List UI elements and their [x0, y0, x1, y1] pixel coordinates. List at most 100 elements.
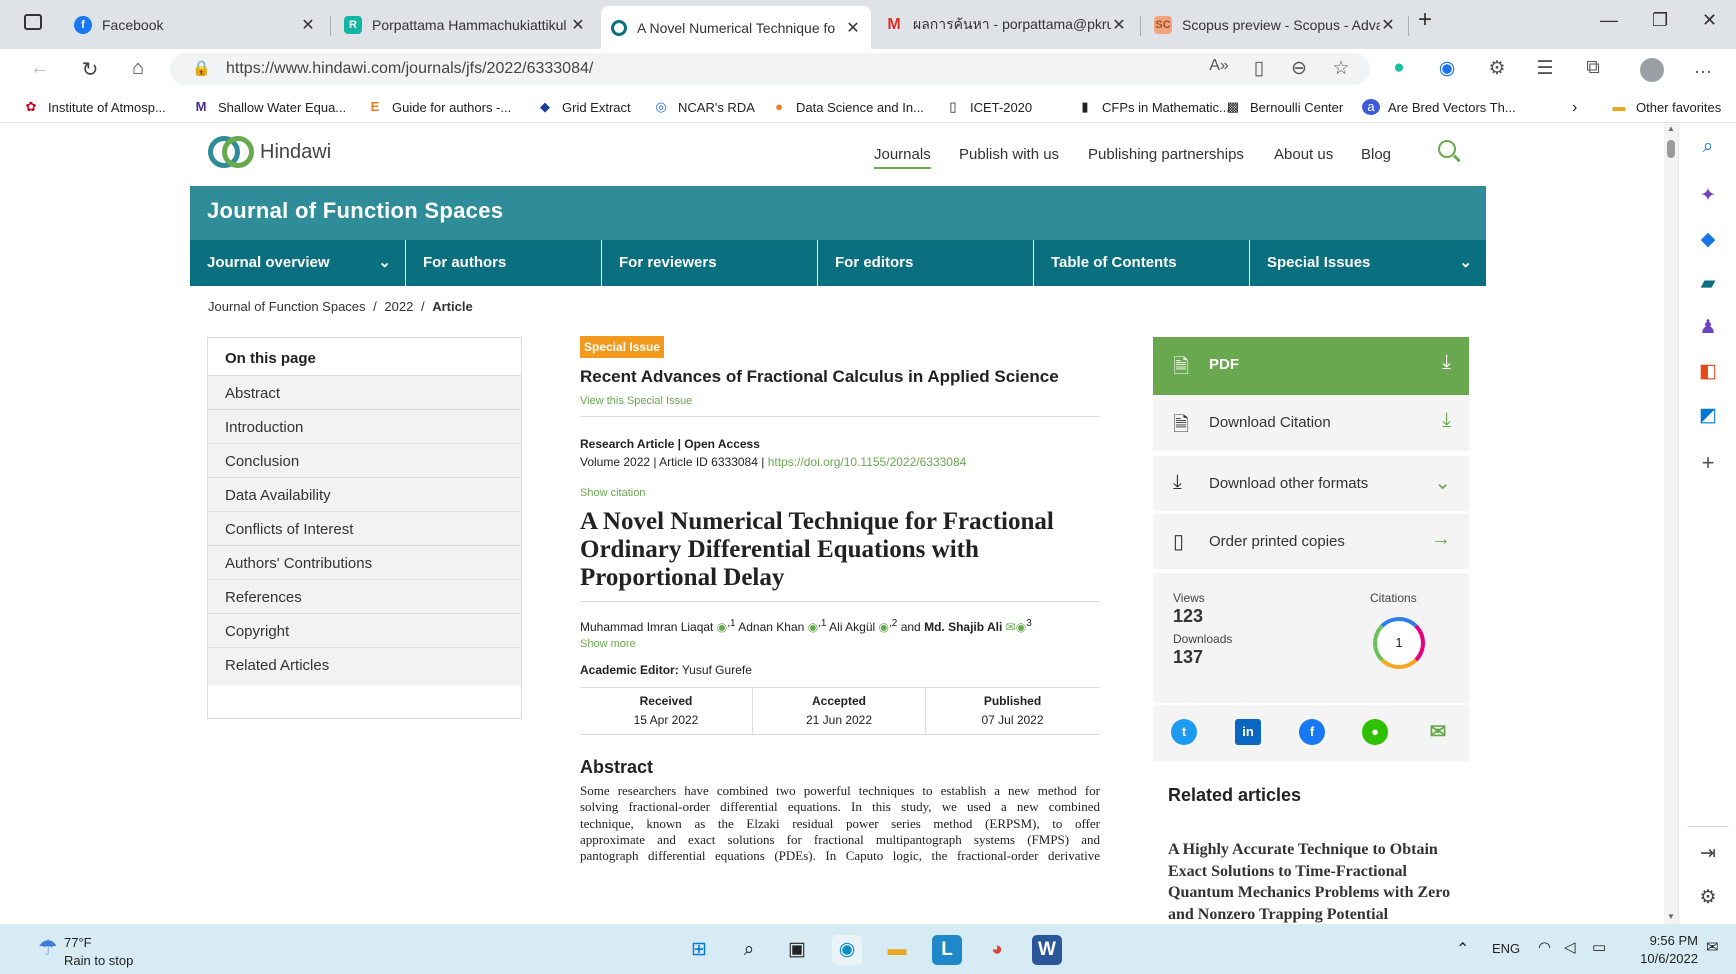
tab-actions-icon[interactable] [24, 14, 42, 30]
nav-about[interactable]: About us [1274, 146, 1333, 163]
dimensions-citation-badge[interactable]: 1 [1373, 617, 1425, 669]
toc-item-related[interactable]: Related Articles [208, 647, 521, 685]
favorite-star-icon[interactable]: ☆ [1328, 57, 1354, 80]
toc-item-conflicts[interactable]: Conflicts of Interest [208, 511, 521, 548]
add-icon[interactable]: + [1694, 450, 1722, 476]
favorite-item[interactable]: ▯ ICET-2020 [944, 99, 1032, 115]
author-link[interactable]: Adnan Khan [738, 620, 804, 634]
nav-journals[interactable]: Journals [874, 146, 931, 169]
author-link[interactable]: Muhammad Imran Liaqat [580, 620, 713, 634]
linkedin-icon[interactable]: in [1235, 719, 1261, 745]
toc-item-data-availability[interactable]: Data Availability [208, 477, 521, 514]
task-view-icon[interactable]: ▣ [782, 935, 812, 965]
tab-hindawi-active[interactable]: A Novel Numerical Technique fo ✕ [601, 6, 871, 49]
favorite-item[interactable]: M Shallow Water Equa... [192, 99, 347, 115]
weather-temp[interactable]: 77°F [64, 935, 92, 950]
subnav-table-of-contents[interactable]: Table of Contents [1034, 240, 1250, 286]
pdf-download-button[interactable]: 🗎 PDF ⤓ [1153, 337, 1469, 395]
special-issue-title[interactable]: Recent Advances of Fractional Calculus i… [580, 367, 1100, 387]
close-icon[interactable]: ✕ [1111, 15, 1127, 35]
view-special-issue-link[interactable]: View this Special Issue [580, 395, 692, 407]
download-formats-button[interactable]: ⤓ Download other formats ⌄ [1153, 455, 1469, 511]
volume-icon[interactable]: ◁ [1564, 938, 1576, 956]
close-icon[interactable]: ✕ [300, 15, 316, 35]
clock-date[interactable]: 10/6/2022 [1628, 951, 1698, 966]
refresh-icon[interactable]: ↻ [76, 57, 104, 82]
profile-avatar[interactable] [1640, 58, 1664, 82]
author-link[interactable]: Ali Akgül [829, 620, 875, 634]
email-share-icon[interactable]: ✉ [1425, 719, 1451, 745]
subnav-journal-overview[interactable]: Journal overview ⌄ [190, 240, 406, 286]
weather-text[interactable]: Rain to stop [64, 953, 133, 968]
favorites-icon[interactable]: ☰ [1532, 57, 1558, 80]
chrome-icon[interactable]: ◕ [982, 935, 1012, 965]
chevron-up-icon[interactable]: ⌃ [1456, 939, 1469, 959]
zoom-out-icon[interactable]: ⊖ [1286, 57, 1312, 80]
toc-item-copyright[interactable]: Copyright [208, 613, 521, 650]
tab-scopus[interactable]: SC Scopus preview - Scopus - Advar ✕ [1144, 8, 1406, 42]
outlook-icon[interactable]: ◩ [1694, 404, 1722, 427]
wifi-icon[interactable]: ◠ [1538, 938, 1551, 956]
breadcrumb-year[interactable]: 2022 [384, 299, 413, 314]
wechat-icon[interactable]: ● [1362, 719, 1388, 745]
toc-item-contributions[interactable]: Authors' Contributions [208, 545, 521, 582]
discover-icon[interactable]: ✦ [1694, 184, 1722, 207]
new-tab-icon[interactable]: + [1418, 6, 1432, 34]
file-explorer-icon[interactable]: ▬ [882, 935, 912, 965]
scrollbar-thumb[interactable] [1667, 140, 1675, 158]
more-favorites-chevron[interactable]: › [1572, 99, 1577, 117]
tab-researchgate[interactable]: R Porpattama Hammachukiattikul | ✕ [334, 8, 596, 42]
restore-icon[interactable]: ❐ [1652, 10, 1668, 31]
journal-title[interactable]: Journal of Function Spaces [207, 198, 503, 224]
close-icon[interactable]: ✕ [570, 15, 586, 35]
close-window-icon[interactable]: ✕ [1702, 10, 1717, 31]
input-language[interactable]: ENG [1492, 941, 1520, 956]
tools-icon[interactable]: ▰ [1694, 272, 1722, 295]
subnav-for-editors[interactable]: For editors [818, 240, 1034, 286]
favorite-item[interactable]: E Guide for authors -... [366, 99, 512, 115]
favorite-item[interactable]: ◆ Grid Extract [536, 99, 631, 115]
favorite-item[interactable]: ● Data Science and In... [770, 99, 924, 115]
breadcrumb-journal[interactable]: Journal of Function Spaces [208, 299, 366, 314]
favorite-item[interactable]: ▩ Bernoulli Center [1224, 99, 1343, 115]
reader-icon[interactable]: ▯ [1246, 57, 1272, 80]
download-citation-button[interactable]: 🗎 Download Citation ⤓ [1153, 395, 1469, 451]
toc-item-introduction[interactable]: Introduction [208, 409, 521, 446]
read-aloud-icon[interactable]: A» [1206, 57, 1232, 75]
nav-partnerships[interactable]: Publishing partnerships [1088, 146, 1244, 163]
page-scrollbar[interactable]: ▲ ▼ [1664, 124, 1678, 924]
toc-item-references[interactable]: References [208, 579, 521, 616]
nav-blog[interactable]: Blog [1361, 146, 1391, 163]
shopping-tag-icon[interactable]: ◆ [1694, 228, 1722, 251]
nav-publish[interactable]: Publish with us [959, 146, 1059, 163]
extensions-icon[interactable]: ⚙ [1484, 57, 1510, 80]
subnav-special-issues[interactable]: Special Issues ⌄ [1250, 240, 1486, 286]
author-link[interactable]: Md. Shajib Ali [924, 620, 1002, 634]
edge-browser-icon[interactable]: ◉ [832, 935, 862, 965]
minimize-icon[interactable]: — [1600, 10, 1618, 31]
show-more-link[interactable]: Show more [580, 638, 636, 650]
other-favorites-folder[interactable]: ▬ Other favorites [1610, 99, 1722, 115]
order-print-button[interactable]: ▯ Order printed copies → [1153, 513, 1469, 569]
clock-time[interactable]: 9:56 PM [1640, 933, 1698, 948]
battery-icon[interactable]: ▭ [1592, 938, 1606, 956]
office-icon[interactable]: ◧ [1694, 360, 1722, 383]
settings-gear-icon[interactable]: ⚙ [1694, 886, 1722, 909]
collections-icon[interactable]: ⧉ [1580, 57, 1606, 79]
search-icon[interactable]: ⌕ [734, 935, 764, 965]
notification-icon[interactable]: ✉ [1706, 938, 1719, 956]
favorite-item[interactable]: ✿ Institute of Atmosp... [22, 99, 166, 115]
related-article-link[interactable]: A Highly Accurate Technique to Obtain Ex… [1168, 839, 1458, 924]
facebook-share-icon[interactable]: f [1299, 719, 1325, 745]
tab-facebook[interactable]: f Facebook ✕ [64, 8, 326, 42]
word-icon[interactable]: W [1032, 935, 1062, 965]
app-l-icon[interactable]: L [932, 935, 962, 965]
search-icon[interactable]: ⌕ [1694, 136, 1722, 158]
hindawi-logo[interactable]: Hindawi [208, 136, 331, 168]
back-icon[interactable]: ← [26, 57, 54, 80]
sidebar-toggle-icon[interactable]: ⇥ [1694, 842, 1722, 865]
twitter-icon[interactable]: t [1171, 719, 1197, 745]
favorite-item[interactable]: ◎ NCAR's RDA [652, 99, 755, 115]
close-icon[interactable]: ✕ [845, 18, 861, 38]
tab-gmail[interactable]: M ผลการค้นหา - porpattama@pkru.a ✕ [875, 8, 1137, 42]
